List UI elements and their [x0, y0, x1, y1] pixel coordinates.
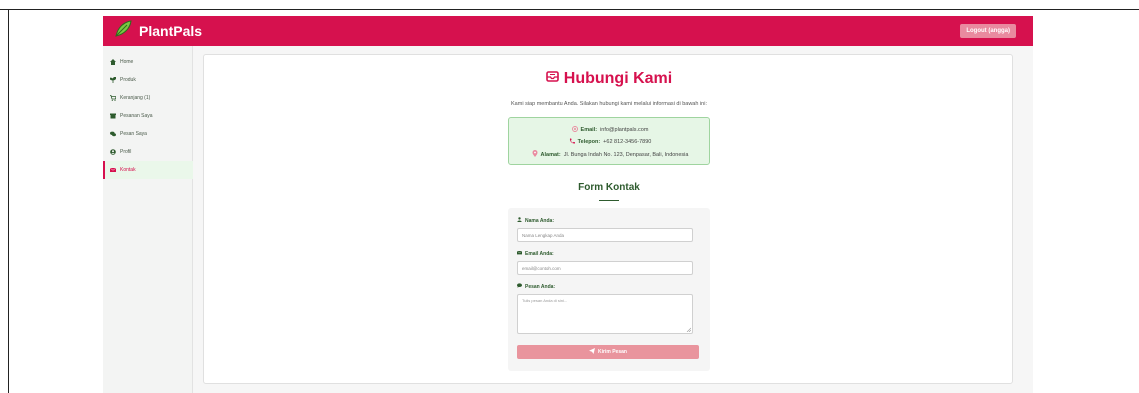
brand-logo-link[interactable]: PlantPals [113, 19, 203, 44]
contact-address-label: Alamat: [540, 151, 561, 158]
contact-panel: Hubungi Kami Kami siap membantu Anda. Si… [203, 54, 1013, 384]
contact-phone-value[interactable]: +62 812-3456-7890 [603, 139, 651, 145]
name-input-placeholder: Nama Lengkap Anda [522, 232, 565, 238]
map-marker-icon [532, 150, 538, 159]
email-input[interactable]: email@contoh.com [517, 261, 693, 275]
sidebar-item-label: Kontak [120, 167, 136, 173]
user-icon [517, 217, 522, 224]
cart-icon [110, 95, 116, 101]
contact-email-value[interactable]: info@plantpals.com [600, 127, 648, 133]
email-field-label: Email Anda: [516, 250, 554, 257]
logout-button[interactable]: Logout (angga) [960, 24, 1016, 38]
frame-border-left [8, 9, 9, 393]
sidebar-item-pesan[interactable]: Pesan Saya [103, 125, 193, 143]
user-circle-icon [110, 149, 116, 155]
envelope-open-text-icon [545, 70, 559, 88]
message-field-label: Pesan Anda: [517, 283, 555, 290]
sidebar-item-home[interactable]: Home [103, 53, 193, 71]
contact-form: Nama Anda: Nama Lengkap Anda Email Anda:… [508, 208, 710, 371]
top-navbar: PlantPals Logout (angga) [103, 16, 1033, 46]
form-heading: Form Kontak [578, 182, 640, 193]
send-message-label: Kirim Pesan [598, 349, 627, 355]
name-field-label: Nama Anda: [517, 217, 554, 224]
leaf-icon [113, 19, 133, 44]
contact-address-line: Alamat: Jl. Bunga Indah No. 123, Denpasa… [509, 150, 711, 159]
sidebar-item-profil[interactable]: Profil [103, 143, 193, 161]
page-title: Hubungi Kami [563, 70, 673, 87]
app-window: PlantPals Logout (angga) Home Produk Ker… [103, 16, 1033, 393]
page-title-row: Hubungi Kami [204, 70, 1014, 88]
box-icon [110, 113, 116, 119]
sidebar: Home Produk Keranjang (1) Pesanan Saya P… [103, 46, 193, 393]
contact-email-label: Email: [580, 127, 598, 133]
sidebar-item-keranjang[interactable]: Keranjang (1) [103, 89, 193, 107]
sidebar-item-label: Produk [120, 77, 136, 83]
message-textarea[interactable]: Tulis pesan Anda di sini... [517, 294, 693, 334]
brand-title: PlantPals [139, 23, 203, 39]
intro-text: Kami siap membantu Anda. Silakan hubungi… [511, 101, 707, 107]
contact-address-value: Jl. Bunga Indah No. 123, Denpasar, Bali,… [563, 151, 689, 158]
sidebar-item-label: Keranjang (1) [120, 95, 151, 101]
page-frame: PlantPals Logout (angga) Home Produk Ker… [0, 0, 1139, 393]
logout-label: Logout (angga) [966, 28, 1010, 34]
message-textarea-placeholder: Tulis pesan Anda di sini... [522, 298, 568, 303]
resize-handle-icon[interactable] [686, 327, 692, 333]
name-input[interactable]: Nama Lengkap Anda [517, 228, 693, 242]
sidebar-item-produk[interactable]: Produk [103, 71, 193, 89]
contact-phone-line: Telepon: +62 812-3456-7890 [509, 138, 711, 146]
envelope-icon [516, 250, 523, 257]
form-heading-divider [599, 200, 619, 201]
frame-border-top [0, 9, 1139, 10]
sidebar-item-label: Pesan Saya [120, 131, 147, 137]
comments-icon [110, 131, 116, 137]
comment-icon [517, 283, 522, 290]
send-message-button[interactable]: Kirim Pesan [517, 345, 699, 359]
sidebar-item-label: Profil [120, 149, 132, 155]
paper-plane-icon [589, 348, 596, 356]
home-icon [110, 59, 116, 65]
envelope-icon [110, 167, 116, 173]
phone-icon [569, 138, 575, 146]
sidebar-item-label: Home [120, 59, 134, 65]
contact-phone-label: Telepon: [577, 139, 601, 145]
contact-info-box: Email: info@plantpals.com Telepon: +62 8… [508, 117, 710, 165]
contact-email-line: Email: info@plantpals.com [509, 126, 711, 134]
sidebar-item-kontak[interactable]: Kontak [103, 161, 193, 179]
email-input-placeholder: email@contoh.com [522, 265, 561, 271]
email-icon [571, 126, 578, 134]
seedling-icon [110, 77, 116, 83]
sidebar-item-pesanan[interactable]: Pesanan Saya [103, 107, 193, 125]
sidebar-item-label: Pesanan Saya [120, 113, 153, 119]
